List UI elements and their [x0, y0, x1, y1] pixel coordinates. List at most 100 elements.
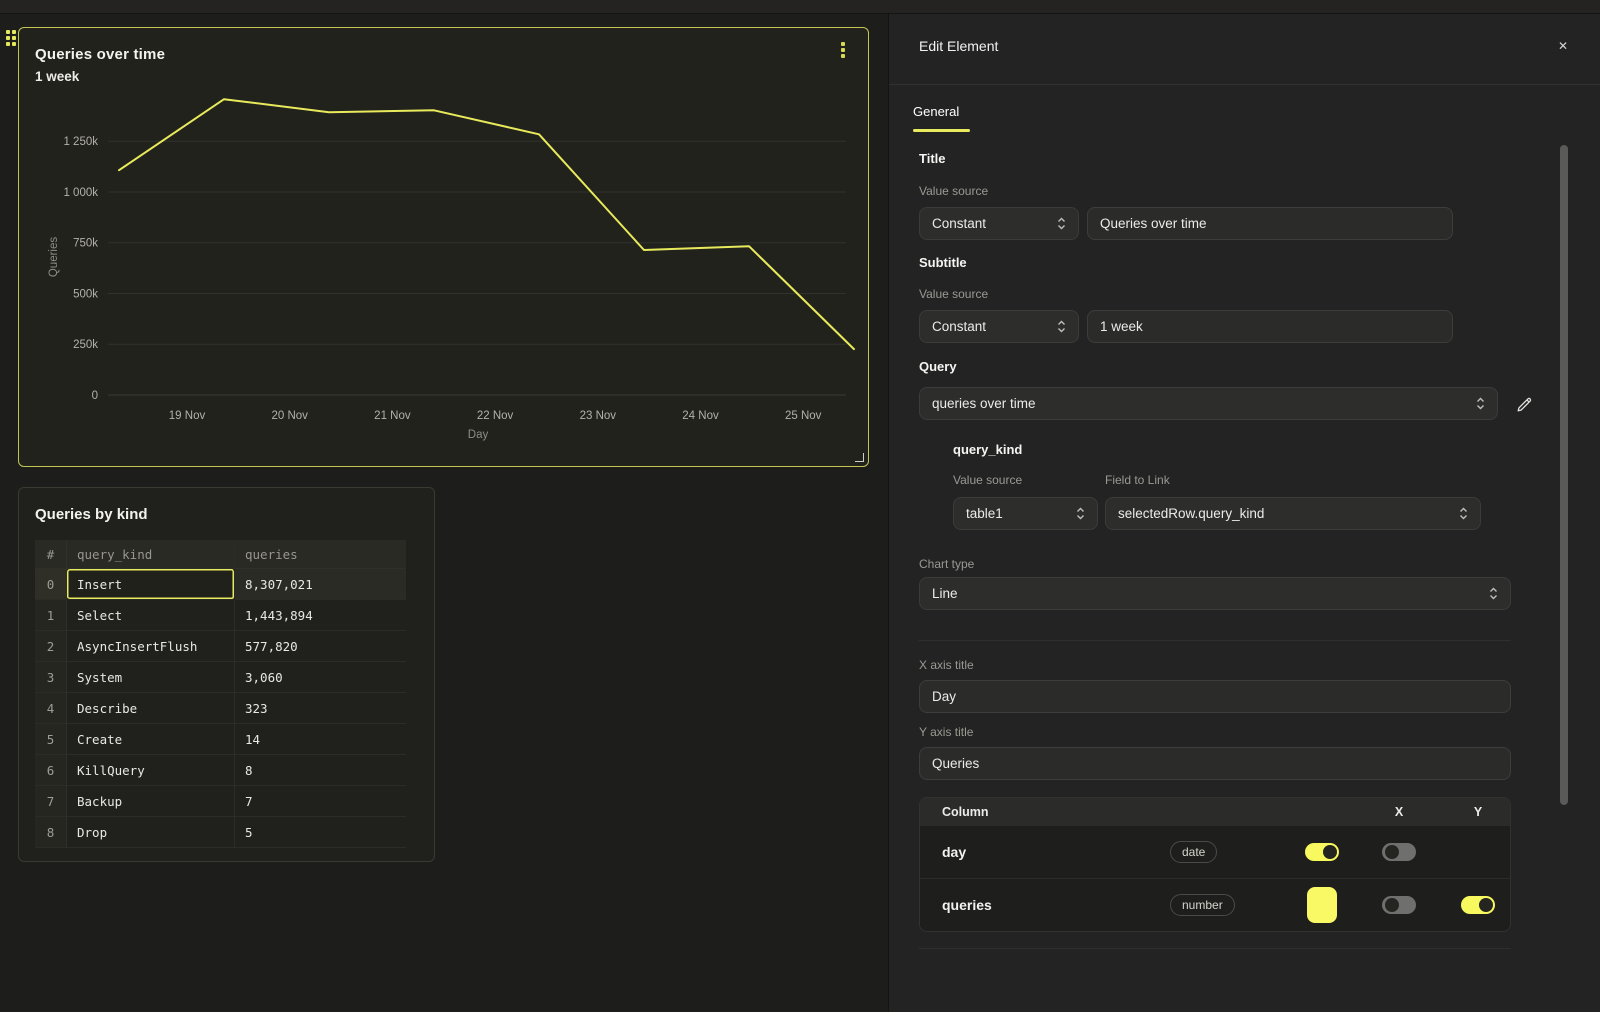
table-row[interactable]: 6 KillQuery 8: [35, 755, 406, 786]
edit-query-button[interactable]: [1511, 391, 1537, 417]
row-index-cell: 0: [35, 569, 67, 600]
svg-text:23 Nov: 23 Nov: [580, 410, 617, 422]
queries-value-cell[interactable]: 1,443,894: [235, 600, 406, 631]
x-toggle[interactable]: [1382, 896, 1416, 914]
panel-resize-handle[interactable]: [855, 453, 864, 462]
table-row[interactable]: 3 System 3,060: [35, 662, 406, 693]
queries-value-cell[interactable]: 8: [235, 755, 406, 786]
table-panel-queries-by-kind[interactable]: Queries by kind # query_kind queries 0 I…: [18, 487, 435, 862]
y-axis-title-input[interactable]: Queries: [919, 747, 1511, 780]
pencil-icon: [1515, 395, 1534, 414]
table-row[interactable]: 4 Describe 323: [35, 693, 406, 724]
column-config-row: queries number: [920, 878, 1510, 931]
line-chart: 0250k500k750k1 000k1 250k19 Nov20 Nov21 …: [19, 28, 867, 465]
query-kind-cell[interactable]: Select: [67, 600, 235, 631]
updown-chevron-icon: [1476, 396, 1485, 411]
y-axis-title-label: Y axis title: [919, 725, 973, 739]
chart-panel-queries-over-time[interactable]: Queries over time 1 week 0250k500k750k1 …: [18, 27, 869, 467]
svg-text:22 Nov: 22 Nov: [477, 410, 514, 422]
svg-text:Queries: Queries: [48, 237, 60, 278]
series-color-swatch[interactable]: [1307, 887, 1337, 923]
chart-type-select[interactable]: Line: [919, 577, 1511, 610]
updown-chevron-icon: [1489, 586, 1498, 601]
title-value-input[interactable]: Queries over time: [1087, 207, 1453, 240]
table-row[interactable]: 7 Backup 7: [35, 786, 406, 817]
y-toggle[interactable]: [1461, 896, 1495, 914]
query-kind-cell[interactable]: System: [67, 662, 235, 693]
row-index-cell: 5: [35, 724, 67, 755]
query-kind-cell[interactable]: Describe: [67, 693, 235, 724]
window-top-strip: [0, 0, 1600, 14]
subtitle-value-input[interactable]: 1 week: [1087, 310, 1453, 343]
query-section-heading: Query: [919, 359, 957, 374]
table-title: Queries by kind: [35, 506, 148, 523]
queries-value-cell[interactable]: 577,820: [235, 631, 406, 662]
field-to-link-value: selectedRow.query_kind: [1118, 506, 1264, 521]
query-kind-cell[interactable]: KillQuery: [67, 755, 235, 786]
query-kind-cell[interactable]: Backup: [67, 786, 235, 817]
query-select[interactable]: queries over time: [919, 387, 1498, 420]
y-axis-title-value: Queries: [932, 756, 979, 771]
queries-by-kind-table: # query_kind queries 0 Insert 8,307,021 …: [35, 540, 406, 848]
y-toggle[interactable]: [1382, 843, 1416, 861]
svg-text:0: 0: [92, 390, 98, 402]
row-index-cell: 2: [35, 631, 67, 662]
queries-value-cell[interactable]: 14: [235, 724, 406, 755]
svg-text:1 000k: 1 000k: [63, 187, 98, 199]
chart-type-value: Line: [932, 586, 958, 601]
row-index-cell: 3: [35, 662, 67, 693]
query-kind-source-select[interactable]: table1: [953, 497, 1098, 530]
x-axis-title-input[interactable]: Day: [919, 680, 1511, 713]
queries-value-cell[interactable]: 323: [235, 693, 406, 724]
updown-chevron-icon: [1459, 506, 1468, 521]
table-row[interactable]: 0 Insert 8,307,021: [35, 569, 406, 600]
row-index-cell: 7: [35, 786, 67, 817]
queries-value-cell[interactable]: 5: [235, 817, 406, 848]
close-icon[interactable]: ✕: [1554, 37, 1572, 55]
svg-text:19 Nov: 19 Nov: [169, 410, 206, 422]
updown-chevron-icon: [1057, 319, 1066, 334]
queries-value-cell[interactable]: 3,060: [235, 662, 406, 693]
svg-text:250k: 250k: [73, 339, 98, 351]
queries-value-cell[interactable]: 8,307,021: [235, 569, 406, 600]
svg-text:20 Nov: 20 Nov: [271, 410, 308, 422]
tab-active-underline: [913, 129, 970, 132]
subtitle-section-heading: Subtitle: [919, 255, 967, 270]
column-config-row: day date: [920, 825, 1510, 878]
tab-general[interactable]: General: [913, 104, 959, 129]
field-to-link-select[interactable]: selectedRow.query_kind: [1105, 497, 1481, 530]
field-to-link-label: Field to Link: [1105, 473, 1170, 487]
x-toggle[interactable]: [1305, 843, 1339, 861]
row-index-cell: 1: [35, 600, 67, 631]
svg-text:24 Nov: 24 Nov: [682, 410, 719, 422]
row-index-cell: 8: [35, 817, 67, 848]
drag-handle-icon[interactable]: [6, 30, 16, 46]
table-row[interactable]: 1 Select 1,443,894: [35, 600, 406, 631]
title-source-select[interactable]: Constant: [919, 207, 1079, 240]
svg-text:25 Nov: 25 Nov: [785, 410, 822, 422]
header-query-kind: query_kind: [67, 540, 235, 569]
x-axis-title-value: Day: [932, 689, 956, 704]
updown-chevron-icon: [1076, 506, 1085, 521]
panel-scrollbar[interactable]: [1560, 145, 1568, 805]
query-kind-cell[interactable]: Create: [67, 724, 235, 755]
table-row[interactable]: 8 Drop 5: [35, 817, 406, 848]
query-kind-cell[interactable]: Drop: [67, 817, 235, 848]
column-header-label: Column: [920, 805, 1170, 819]
query-kind-cell[interactable]: Insert: [67, 569, 235, 600]
svg-text:500k: 500k: [73, 288, 98, 300]
row-index-cell: 4: [35, 693, 67, 724]
section-divider: [919, 640, 1511, 641]
title-source-value: Constant: [932, 216, 986, 231]
queries-value-cell[interactable]: 7: [235, 786, 406, 817]
query-kind-cell[interactable]: AsyncInsertFlush: [67, 631, 235, 662]
table-row[interactable]: 5 Create 14: [35, 724, 406, 755]
table-row[interactable]: 2 AsyncInsertFlush 577,820: [35, 631, 406, 662]
title-value-text: Queries over time: [1100, 216, 1207, 231]
row-index-cell: 6: [35, 755, 67, 786]
column-name: queries: [920, 897, 1170, 913]
dashboard-canvas: Queries over time 1 week 0250k500k750k1 …: [0, 0, 888, 1012]
query-kind-heading: query_kind: [953, 442, 1022, 457]
subtitle-source-select[interactable]: Constant: [919, 310, 1079, 343]
title-section-heading: Title: [919, 151, 946, 166]
